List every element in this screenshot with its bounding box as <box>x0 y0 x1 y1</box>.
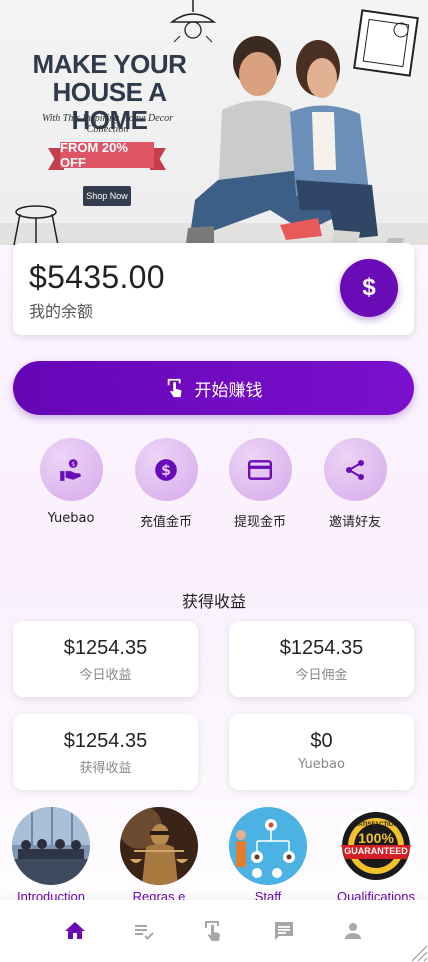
quick-action-label: 提现金币 <box>233 515 286 530</box>
stat-card-yuebao: $0 Yuebao <box>229 714 414 790</box>
quick-action-circle: $ <box>134 438 198 501</box>
stat-value: $0 <box>310 730 333 752</box>
quick-action-recharge[interactable]: $ 充值金币 <box>116 438 216 530</box>
balance-label: 我的余额 <box>29 302 94 321</box>
quick-action-withdraw[interactable]: 提现金币 <box>210 438 310 530</box>
balance-amount: $5435.00 <box>29 259 165 295</box>
stat-card-today-income: $1254.35 今日收益 <box>13 621 198 697</box>
tap-icon <box>167 378 181 398</box>
quick-action-circle <box>323 438 387 501</box>
quick-action-circle: $ <box>39 438 103 501</box>
banner-offer-text: FROM 20% OFF <box>60 140 154 170</box>
checklist-icon <box>135 925 155 940</box>
share-icon <box>346 459 364 480</box>
shop-now-button[interactable]: Shop Now <box>83 186 131 206</box>
banner-offer-ribbon: FROM 20% OFF <box>48 138 166 172</box>
satisfaction-badge-image: GUARANTEED 100% SATISFACTION <box>337 807 415 885</box>
org-chart-image <box>229 807 307 885</box>
credit-card-icon <box>247 459 273 480</box>
banner-subtitle: With This Inspiring Home Decor Collectio… <box>41 113 174 135</box>
info-link-introduction[interactable]: Introduction <box>1 807 101 904</box>
info-link-qualifications[interactable]: GUARANTEED 100% SATISFACTION Qualificati… <box>326 807 426 904</box>
info-link-rules[interactable]: Regras e <box>109 807 209 904</box>
quick-action-label: 充值金币 <box>139 515 192 530</box>
nav-profile[interactable] <box>333 911 373 951</box>
dollar-circle-icon: $ <box>155 458 177 481</box>
svg-text:$: $ <box>71 460 75 468</box>
nav-tasks[interactable] <box>124 911 164 951</box>
badge-middle-text: 100% <box>358 830 394 846</box>
bottom-navigation <box>0 900 428 962</box>
info-link-staff[interactable]: Staff <box>218 807 318 904</box>
stat-value: $1254.35 <box>63 730 148 752</box>
quick-action-label: Yuebao <box>47 511 95 526</box>
quick-action-label: 邀请好友 <box>328 515 381 530</box>
nav-tap[interactable] <box>194 911 234 951</box>
hand-coin-icon: $ <box>60 458 81 481</box>
promo-banner[interactable]: MAKE YOUR HOUSE A HOME With This Inspiri… <box>0 0 428 245</box>
nav-home[interactable] <box>55 911 95 951</box>
stat-label: 今日佣金 <box>295 668 348 683</box>
home-icon <box>64 922 85 939</box>
stat-card-total-income: $1254.35 获得收益 <box>13 714 198 790</box>
tap-icon <box>204 921 220 941</box>
stat-value: $1254.35 <box>279 637 364 659</box>
stat-value: $1254.35 <box>63 637 148 659</box>
quick-actions: $ Yuebao $ 充值金币 提现金币 邀请好友 <box>0 438 428 538</box>
justice-statue-image <box>120 807 198 885</box>
stat-label: 今日收益 <box>79 668 132 683</box>
meeting-room-image <box>12 807 90 885</box>
svg-text:$: $ <box>161 462 171 478</box>
badge-bottom-text: GUARANTEED <box>344 846 408 856</box>
stat-label: Yuebao <box>298 757 345 772</box>
start-earning-button[interactable]: 开始赚钱 <box>13 361 414 415</box>
nav-messages[interactable] <box>264 911 304 951</box>
person-icon <box>345 923 362 939</box>
earnings-title: 获得收益 <box>181 592 246 611</box>
quick-action-yuebao[interactable]: $ Yuebao <box>21 438 121 526</box>
stat-card-today-commission: $1254.35 今日佣金 <box>229 621 414 697</box>
quick-action-invite[interactable]: 邀请好友 <box>305 438 405 530</box>
dollar-icon: $ <box>362 274 376 301</box>
stat-label: 获得收益 <box>79 761 132 776</box>
start-earning-label: 开始赚钱 <box>194 380 263 401</box>
resize-grip-icon[interactable] <box>406 940 428 962</box>
badge-top-text: SATISFACTION <box>354 822 398 828</box>
balance-card: $5435.00 我的余额 $ <box>13 243 414 335</box>
quick-action-circle <box>228 438 292 501</box>
message-icon <box>274 922 293 940</box>
balance-dollar-button[interactable]: $ <box>340 259 398 317</box>
